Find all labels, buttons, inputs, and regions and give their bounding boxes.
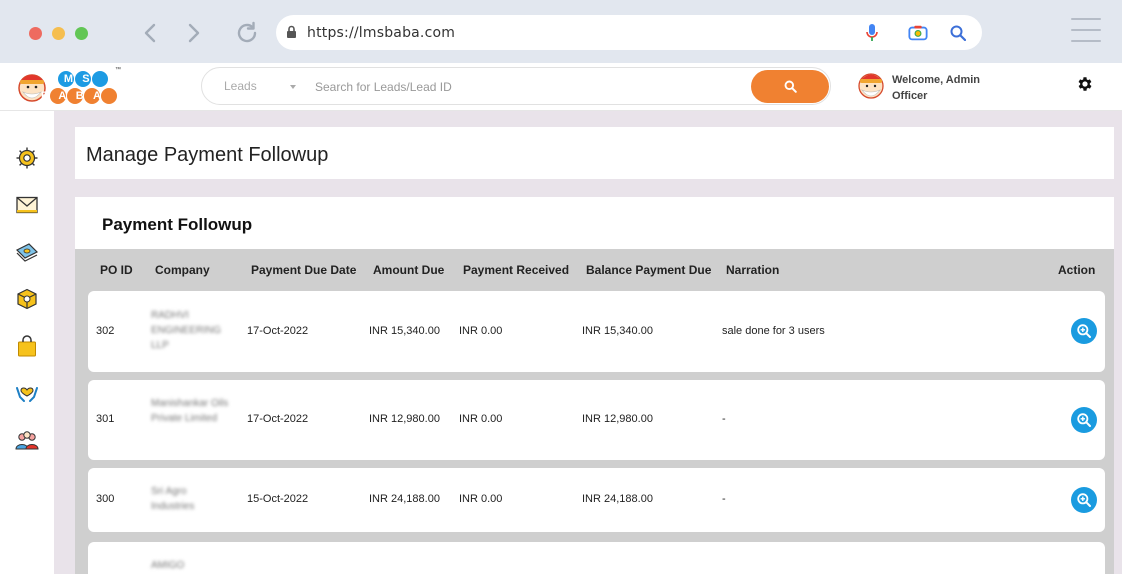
browser-chrome: https://lmsbaba.com	[0, 0, 1122, 63]
column-header-company[interactable]: Company	[155, 263, 210, 277]
sidebar	[0, 111, 54, 574]
gear-icon[interactable]	[1076, 75, 1094, 93]
column-header-amount-due[interactable]: Amount Due	[373, 263, 444, 277]
lead-search-input[interactable]	[315, 77, 735, 97]
shopping-bag-icon[interactable]	[14, 333, 40, 359]
zoom-in-icon	[1077, 324, 1091, 338]
cell-po-id: 302	[96, 325, 115, 337]
settings-sun-icon[interactable]	[14, 145, 40, 171]
column-header-payment-received[interactable]: Payment Received	[463, 263, 569, 277]
welcome-line-1: Welcome, Admin	[892, 74, 981, 86]
search-icon	[784, 80, 797, 93]
camera-lens-icon[interactable]	[908, 23, 928, 43]
welcome-line-2: Officer	[892, 90, 928, 102]
box-icon[interactable]	[14, 286, 40, 312]
logo-letters-bottom: BABA	[41, 90, 111, 102]
cell-company: AMIGO	[151, 560, 185, 571]
lock-icon	[286, 25, 297, 44]
mail-icon[interactable]	[14, 192, 40, 218]
page-title: Manage Payment Followup	[86, 144, 329, 166]
cell-balance-due: INR 24,188.00	[582, 493, 653, 505]
maximize-window-button[interactable]	[75, 27, 88, 40]
cell-amount-due: INR 12,980.00	[369, 413, 440, 425]
table-row[interactable]: 300 Sri Agro Industries 15-Oct-2022 INR …	[88, 468, 1105, 532]
forward-icon[interactable]	[181, 20, 207, 46]
search-icon[interactable]	[948, 23, 968, 43]
search-category-select[interactable]: Leads	[224, 79, 257, 93]
logo-trademark: ™	[115, 67, 121, 73]
column-header-action[interactable]: Action	[1058, 263, 1095, 277]
care-hands-icon[interactable]	[14, 380, 40, 406]
cell-company: Sri Agro Industries	[151, 486, 195, 512]
cell-due-date: 17-Oct-2022	[247, 325, 309, 337]
cell-narration: -	[722, 413, 726, 425]
cell-payment-received: INR 0.00	[459, 413, 503, 425]
welcome-message: Welcome, Admin Officer	[892, 72, 980, 104]
table-row[interactable]: AMIGO	[88, 542, 1105, 574]
column-header-narration[interactable]: Narration	[726, 263, 779, 277]
address-bar[interactable]: https://lmsbaba.com	[276, 15, 982, 50]
search-submit-button[interactable]	[751, 70, 829, 103]
payment-followup-card: Payment Followup PO ID Company Payment D…	[75, 197, 1114, 574]
cell-company: Manishankar Oils Private Limited	[151, 398, 229, 424]
column-header-po-id[interactable]: PO ID	[100, 263, 133, 277]
cell-company: RADHVI ENGINEERING LLP	[151, 310, 222, 351]
cell-po-id: 301	[96, 413, 115, 425]
avatar[interactable]	[856, 68, 886, 102]
cell-payment-received: INR 0.00	[459, 493, 503, 505]
payment-table: PO ID Company Payment Due Date Amount Du…	[75, 249, 1114, 574]
view-details-button[interactable]	[1071, 487, 1097, 513]
zoom-in-icon	[1077, 413, 1091, 427]
lmsbaba-logo[interactable]: LMS BABA ™	[14, 66, 126, 110]
page-title-card: Manage Payment Followup	[75, 127, 1114, 179]
column-header-due-date[interactable]: Payment Due Date	[251, 263, 356, 277]
cell-po-id: 300	[96, 493, 115, 505]
cell-amount-due: INR 24,188.00	[369, 493, 440, 505]
cell-payment-received: INR 0.00	[459, 325, 503, 337]
reload-icon[interactable]	[234, 20, 260, 46]
back-icon[interactable]	[137, 20, 163, 46]
main-content: Manage Payment Followup Payment Followup…	[54, 111, 1122, 574]
column-header-balance-due[interactable]: Balance Payment Due	[586, 263, 711, 277]
table-row[interactable]: 302 RADHVI ENGINEERING LLP 17-Oct-2022 I…	[88, 291, 1105, 372]
team-icon[interactable]	[14, 427, 40, 453]
cell-balance-due: INR 12,980.00	[582, 413, 653, 425]
cell-amount-due: INR 15,340.00	[369, 325, 440, 337]
minimize-window-button[interactable]	[52, 27, 65, 40]
microphone-icon[interactable]	[862, 23, 882, 43]
url-text[interactable]: https://lmsbaba.com	[307, 25, 455, 41]
cell-narration: sale done for 3 users	[722, 325, 825, 337]
money-icon[interactable]	[14, 239, 40, 265]
zoom-in-icon	[1077, 493, 1091, 507]
cell-due-date: 17-Oct-2022	[247, 413, 309, 425]
cell-narration: -	[722, 493, 726, 505]
close-window-button[interactable]	[29, 27, 42, 40]
view-details-button[interactable]	[1071, 407, 1097, 433]
section-title: Payment Followup	[102, 215, 253, 234]
app-header: LMS BABA ™ Leads Welcome, Admin Officer	[0, 63, 1122, 111]
view-details-button[interactable]	[1071, 318, 1097, 344]
chevron-down-icon[interactable]	[290, 85, 296, 89]
logo-letters-top: LMS	[48, 73, 99, 85]
cell-due-date: 15-Oct-2022	[247, 493, 309, 505]
menu-icon[interactable]	[1071, 18, 1101, 42]
table-row[interactable]: 301 Manishankar Oils Private Limited 17-…	[88, 380, 1105, 460]
cell-balance-due: INR 15,340.00	[582, 325, 653, 337]
lead-search-bar: Leads	[201, 67, 831, 105]
